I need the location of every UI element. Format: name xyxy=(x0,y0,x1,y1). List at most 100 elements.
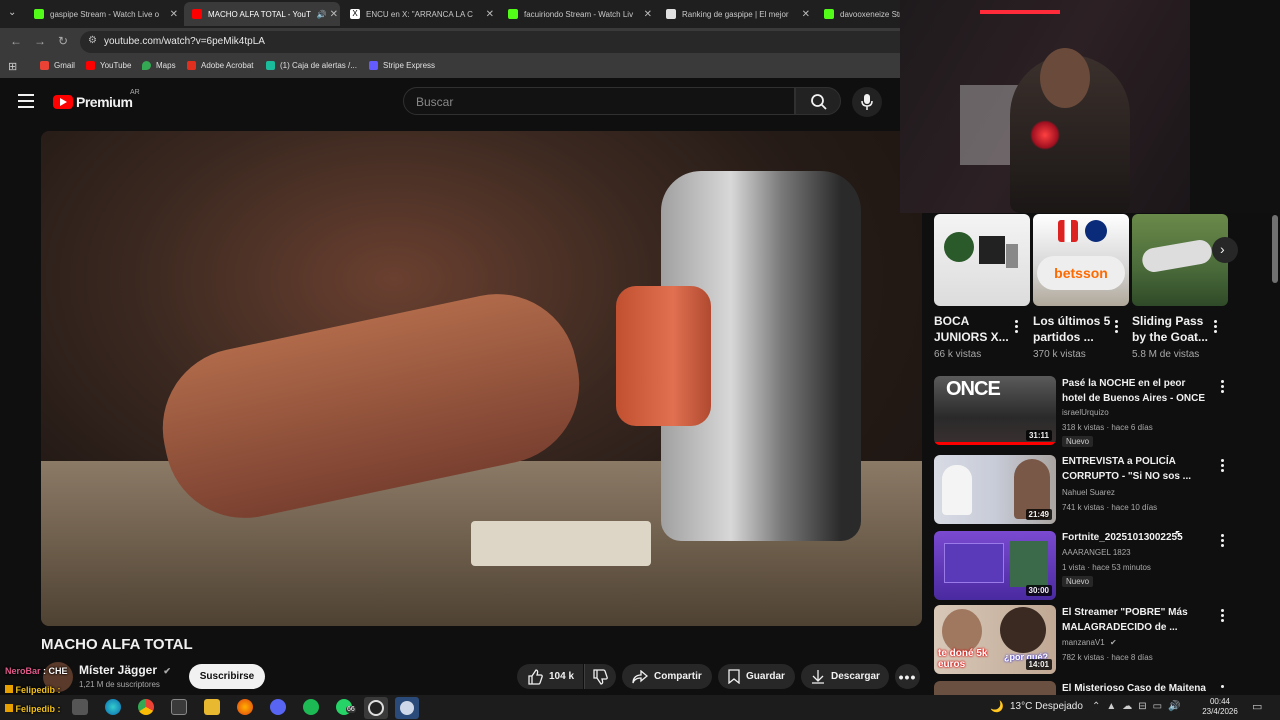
tab-gaspipe-stream[interactable]: gaspipe Stream - Watch Live o ✕ xyxy=(28,2,180,26)
system-tray-icons[interactable]: ⌃▲☁⊟▭🔊 xyxy=(1092,701,1187,712)
video-channel[interactable]: Nahuel Suarez xyxy=(1062,488,1115,497)
video-channel[interactable]: AAARANGEL 1823 xyxy=(1062,548,1131,557)
shorts-next-button[interactable]: › xyxy=(1212,237,1238,263)
search-placeholder: Buscar xyxy=(416,95,454,109)
video-title-link[interactable]: El Misterioso Caso de Maitena xyxy=(1062,681,1212,696)
subscribe-button[interactable]: Suscribirse xyxy=(189,664,265,689)
sidebar-scrollbar[interactable] xyxy=(1272,215,1278,283)
tab-youtube-video[interactable]: MACHO ALFA TOTAL - YouT 🔊 ✕ xyxy=(184,2,340,26)
short-thumb-figure xyxy=(979,236,1005,264)
reload-icon[interactable]: ↻ xyxy=(58,34,68,48)
steam-icon[interactable] xyxy=(395,697,419,719)
webcam-overlay xyxy=(900,0,1280,213)
bookmark-stripe-express[interactable]: Stripe Express xyxy=(369,61,435,70)
tab-facuiriondo-stream[interactable]: facuiriondo Stream - Watch Liv ✕ xyxy=(504,2,654,26)
bookmark-youtube[interactable]: YouTube xyxy=(86,61,131,70)
video-thumbnail[interactable]: 21:49 xyxy=(934,455,1056,524)
video-thumbnail[interactable] xyxy=(934,681,1056,695)
video-player[interactable] xyxy=(41,131,922,626)
verified-icon: ✔ xyxy=(1109,638,1117,647)
close-icon[interactable]: ✕ xyxy=(644,9,652,20)
weather-widget[interactable]: 13°C Despejado xyxy=(1010,701,1083,712)
like-button[interactable]: 104 k xyxy=(517,664,583,689)
voice-search-button[interactable] xyxy=(852,87,882,117)
chrome-icon[interactable] xyxy=(138,699,154,715)
video-thumbnail[interactable]: ONCE 31:11 xyxy=(934,376,1056,445)
close-icon[interactable]: ✕ xyxy=(170,9,178,20)
short-menu-icon[interactable] xyxy=(1213,320,1217,335)
discord-icon[interactable] xyxy=(270,699,286,715)
bookmark-alertas[interactable]: (1) Caja de alertas /... xyxy=(266,61,357,70)
video-title-link[interactable]: El Streamer "POBRE" Más MALAGRADECIDO de… xyxy=(1062,605,1212,635)
close-icon[interactable]: ✕ xyxy=(486,9,494,20)
short-menu-icon[interactable] xyxy=(1114,320,1118,335)
moon-weather-icon: 🌙 xyxy=(990,701,1004,713)
save-button[interactable]: Guardar xyxy=(718,664,795,689)
apps-grid-icon[interactable]: ⊞ xyxy=(8,60,17,73)
video-title-link[interactable]: Pasé la NOCHE en el peor hotel de Buenos… xyxy=(1062,376,1212,406)
close-icon[interactable]: ✕ xyxy=(330,9,338,20)
short-title[interactable]: Sliding Pass by the Goat... xyxy=(1132,313,1212,345)
bookmark-maps[interactable]: Maps xyxy=(142,61,176,70)
speaker-icon[interactable]: 🔊 xyxy=(317,10,327,19)
short-thumbnail[interactable]: betsson xyxy=(1033,214,1129,306)
video-menu-icon[interactable] xyxy=(1220,459,1224,474)
menu-icon[interactable] xyxy=(18,94,34,108)
download-button[interactable]: Descargar xyxy=(801,664,889,689)
tab-davooxeneize-stream[interactable]: davooxeneize Str xyxy=(820,2,900,26)
verified-icon: ✔ xyxy=(163,666,171,676)
video-channel[interactable]: israelUrquizo xyxy=(1062,408,1109,417)
share-icon xyxy=(632,669,648,683)
close-icon[interactable]: ✕ xyxy=(802,9,810,20)
video-channel[interactable]: manzanaV1 ✔ xyxy=(1062,638,1117,647)
tab-search-icon[interactable]: ⌄ xyxy=(8,7,16,18)
webcam-red-light xyxy=(1030,120,1060,150)
short-menu-icon[interactable] xyxy=(1014,320,1018,335)
video-thumbnail[interactable]: te doné 5k euros ¿por qué? 14:01 xyxy=(934,605,1056,674)
notification-count: 66 xyxy=(346,706,356,713)
video-menu-icon[interactable] xyxy=(1220,685,1224,690)
search-input[interactable]: Buscar xyxy=(403,87,795,115)
tab-ranking[interactable]: Ranking de gaspipe | El mejor ✕ xyxy=(662,2,812,26)
site-info-icon[interactable]: ⚙ xyxy=(88,35,97,46)
short-views: 370 k vistas xyxy=(1033,349,1086,360)
video-duration: 30:00 xyxy=(1025,585,1052,596)
channel-name[interactable]: Míster Jägger ✔ xyxy=(79,663,171,677)
short-thumbnail[interactable] xyxy=(1132,214,1228,306)
obs-icon[interactable] xyxy=(364,697,388,719)
whatsapp-icon[interactable]: 66 xyxy=(336,699,356,715)
short-title[interactable]: Los últimos 5 partidos ... xyxy=(1033,313,1113,345)
back-icon[interactable]: ← xyxy=(10,34,22,48)
youtube-premium-wordmark[interactable]: Premium xyxy=(76,94,133,110)
video-menu-icon[interactable] xyxy=(1220,534,1224,549)
search-button[interactable] xyxy=(795,87,841,115)
download-icon xyxy=(812,670,824,684)
address-bar[interactable]: ⚙ youtube.com/watch?v=6peMik4tpLA xyxy=(80,31,900,53)
video-menu-icon[interactable] xyxy=(1220,609,1224,624)
x-logo-icon: X xyxy=(350,9,360,19)
tab-x-post[interactable]: X ENCU en X: "ARRANCA LA C ✕ xyxy=(346,2,496,26)
firefox-icon[interactable] xyxy=(237,699,253,715)
video-title-link[interactable]: ENTREVISTA a POLICÍA CORRUPTO - "Si NO s… xyxy=(1062,454,1212,484)
video-menu-icon[interactable] xyxy=(1220,380,1224,395)
store-icon[interactable] xyxy=(171,699,187,715)
file-explorer-icon[interactable] xyxy=(204,699,220,715)
taskview-icon[interactable] xyxy=(72,699,88,715)
thumbs-up-icon xyxy=(528,668,543,685)
bookmark-gmail[interactable]: Gmail xyxy=(40,61,75,70)
more-actions-button[interactable]: ••• xyxy=(895,664,920,689)
bookmark-adobe-acrobat[interactable]: Adobe Acrobat xyxy=(187,61,253,70)
edge-icon[interactable] xyxy=(105,699,121,715)
youtube-logo-icon[interactable] xyxy=(53,95,73,109)
short-thumbnail[interactable] xyxy=(934,214,1030,306)
dislike-button[interactable] xyxy=(584,664,616,689)
short-title[interactable]: BOCA JUNIORS X... xyxy=(934,313,1014,345)
share-button[interactable]: Compartir xyxy=(622,664,712,689)
system-clock[interactable]: 00:44 23/4/2026 xyxy=(1200,697,1240,717)
video-title-link[interactable]: Fortnite_20251013002255 xyxy=(1062,530,1212,545)
spotify-icon[interactable] xyxy=(303,699,319,715)
kick-icon xyxy=(824,9,834,19)
notifications-icon[interactable]: ▭ xyxy=(1252,700,1262,713)
forward-icon[interactable]: → xyxy=(34,34,46,48)
video-thumbnail[interactable]: 30:00 xyxy=(934,531,1056,600)
